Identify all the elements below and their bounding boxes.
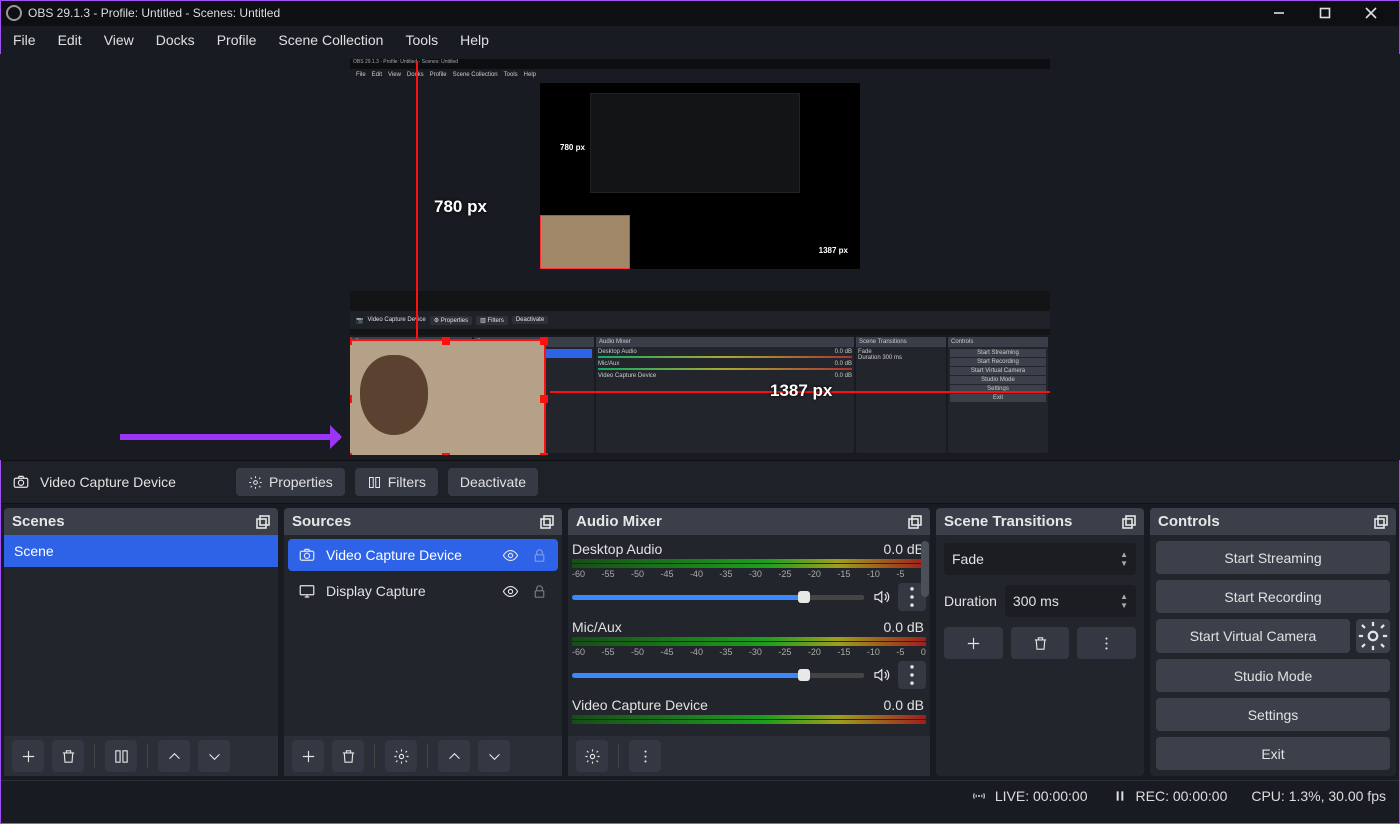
source-down-button[interactable] xyxy=(478,740,510,772)
exit-button[interactable]: Exit xyxy=(1156,737,1390,770)
menu-edit[interactable]: Edit xyxy=(47,28,93,52)
display-icon xyxy=(298,582,316,600)
volume-slider[interactable] xyxy=(572,673,864,678)
eye-icon[interactable] xyxy=(502,547,519,564)
mixer-channel: Desktop Audio0.0 dB -60-55-50-45-40-35-3… xyxy=(572,539,926,611)
transition-menu-button[interactable] xyxy=(1077,627,1136,659)
obs-logo-icon xyxy=(6,5,22,21)
titlebar: OBS 29.1.3 - Profile: Untitled - Scenes:… xyxy=(0,0,1400,26)
source-item[interactable]: Display Capture xyxy=(284,575,562,607)
context-source-name: Video Capture Device xyxy=(40,474,176,490)
duration-label: Duration xyxy=(944,593,997,609)
menu-scene-collection[interactable]: Scene Collection xyxy=(267,28,394,52)
studio-mode-button[interactable]: Studio Mode xyxy=(1156,659,1390,692)
mixer-title: Audio Mixer xyxy=(576,513,662,530)
controls-title: Controls xyxy=(1158,513,1220,530)
scenes-dock: Scenes Scene xyxy=(4,508,278,776)
scene-item[interactable]: Scene xyxy=(4,535,278,567)
audio-mixer-dock: Audio Mixer Desktop Audio0.0 dB -60-55-5… xyxy=(568,508,930,776)
guide-vertical xyxy=(416,61,418,341)
add-scene-button[interactable] xyxy=(12,740,44,772)
add-transition-button[interactable] xyxy=(944,627,1003,659)
mixer-channel: Mic/Aux0.0 dB -60-55-50-45-40-35-30-25-2… xyxy=(572,617,926,689)
source-properties-button[interactable] xyxy=(385,740,417,772)
scrollbar-thumb[interactable] xyxy=(921,541,929,597)
scene-transitions-dock: Scene Transitions Fade▲▼ Duration 300 ms… xyxy=(936,508,1144,776)
size-label-h: 1387 px xyxy=(770,381,832,401)
camera-icon: 📷 xyxy=(356,317,363,324)
menu-profile[interactable]: Profile xyxy=(206,28,268,52)
controls-dock: Controls Start Streaming Start Recording… xyxy=(1150,508,1396,776)
close-button[interactable] xyxy=(1348,0,1394,26)
preview-area[interactable]: OBS 29.1.3 - Profile: Untitled - Scenes:… xyxy=(0,54,1400,460)
popout-icon[interactable] xyxy=(908,515,922,529)
popout-icon[interactable] xyxy=(256,515,270,529)
source-up-button[interactable] xyxy=(438,740,470,772)
broadcast-icon xyxy=(971,788,987,804)
statusbar: LIVE: 00:00:00 REC: 00:00:00 CPU: 1.3%, … xyxy=(0,780,1400,810)
preview-canvas[interactable]: OBS 29.1.3 - Profile: Untitled - Scenes:… xyxy=(350,59,1050,455)
video-capture-selection[interactable] xyxy=(350,339,546,455)
gear-icon xyxy=(248,475,263,490)
size-label-v: 780 px xyxy=(434,197,487,217)
maximize-button[interactable] xyxy=(1302,0,1348,26)
menu-view[interactable]: View xyxy=(93,28,145,52)
transitions-title: Scene Transitions xyxy=(944,513,1072,530)
transition-select[interactable]: Fade▲▼ xyxy=(944,543,1136,575)
properties-button[interactable]: Properties xyxy=(236,468,345,496)
pause-icon xyxy=(1112,788,1128,804)
camera-icon xyxy=(298,546,316,564)
channel-menu-button[interactable] xyxy=(898,661,926,689)
speaker-icon[interactable] xyxy=(872,666,890,684)
popout-icon[interactable] xyxy=(1374,515,1388,529)
mixer-channel: Video Capture Device0.0 dB xyxy=(572,695,926,724)
remove-transition-button[interactable] xyxy=(1011,627,1070,659)
lock-icon[interactable] xyxy=(531,547,548,564)
rec-status: REC: 00:00:00 xyxy=(1136,788,1228,804)
speaker-icon[interactable] xyxy=(872,588,890,606)
popout-icon[interactable] xyxy=(1122,515,1136,529)
scene-filter-button[interactable] xyxy=(105,740,137,772)
duration-spinner[interactable]: 300 ms▲▼ xyxy=(1005,585,1136,617)
menu-tools[interactable]: Tools xyxy=(394,28,449,52)
annotation-arrow xyxy=(120,434,340,440)
deactivate-button[interactable]: Deactivate xyxy=(448,468,538,496)
start-streaming-button[interactable]: Start Streaming xyxy=(1156,541,1390,574)
settings-button[interactable]: Settings xyxy=(1156,698,1390,731)
sources-title: Sources xyxy=(292,513,351,530)
source-context-bar: Video Capture Device Properties Filters … xyxy=(0,460,1400,504)
virtual-camera-settings-button[interactable] xyxy=(1356,619,1390,653)
volume-slider[interactable] xyxy=(572,595,864,600)
cpu-status: CPU: 1.3%, 30.00 fps xyxy=(1251,788,1386,804)
scenes-title: Scenes xyxy=(12,513,65,530)
start-recording-button[interactable]: Start Recording xyxy=(1156,580,1390,613)
add-source-button[interactable] xyxy=(292,740,324,772)
mixer-menu-button[interactable] xyxy=(629,740,661,772)
source-item[interactable]: Video Capture Device xyxy=(288,539,558,571)
filters-button[interactable]: Filters xyxy=(355,468,438,496)
gear-icon xyxy=(1356,619,1390,653)
spinner-icon: ▲▼ xyxy=(1120,592,1128,610)
popout-icon[interactable] xyxy=(540,515,554,529)
eye-icon[interactable] xyxy=(502,583,519,600)
window-title: OBS 29.1.3 - Profile: Untitled - Scenes:… xyxy=(28,6,280,20)
scene-down-button[interactable] xyxy=(198,740,230,772)
spinner-icon: ▲▼ xyxy=(1120,550,1128,568)
menu-docks[interactable]: Docks xyxy=(145,28,206,52)
menubar: File Edit View Docks Profile Scene Colle… xyxy=(0,26,1400,54)
remove-scene-button[interactable] xyxy=(52,740,84,772)
scene-up-button[interactable] xyxy=(158,740,190,772)
menu-help[interactable]: Help xyxy=(449,28,500,52)
live-status: LIVE: 00:00:00 xyxy=(995,788,1088,804)
start-virtual-camera-button[interactable]: Start Virtual Camera xyxy=(1156,619,1350,653)
sources-dock: Sources Video Capture Device Display Cap… xyxy=(284,508,562,776)
remove-source-button[interactable] xyxy=(332,740,364,772)
menu-file[interactable]: File xyxy=(2,28,47,52)
filters-icon xyxy=(367,475,382,490)
camera-icon xyxy=(12,473,30,491)
mixer-settings-button[interactable] xyxy=(576,740,608,772)
lock-icon[interactable] xyxy=(531,583,548,600)
minimize-button[interactable] xyxy=(1256,0,1302,26)
